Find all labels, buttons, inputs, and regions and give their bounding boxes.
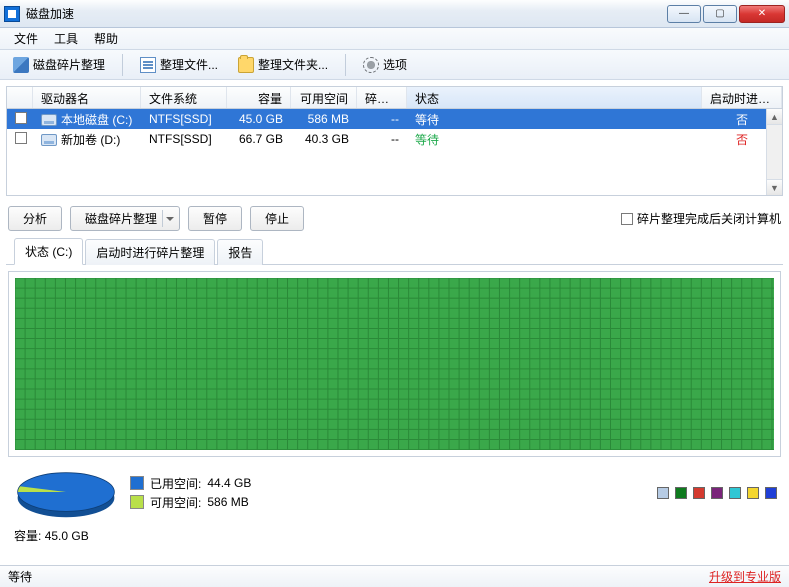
tab-boot-defrag[interactable]: 启动时进行碎片整理 bbox=[85, 239, 215, 265]
drive-frag: -- bbox=[357, 110, 407, 128]
menu-help[interactable]: 帮助 bbox=[86, 28, 126, 49]
shutdown-after-checkbox[interactable]: 碎片整理完成后关闭计算机 bbox=[621, 210, 781, 227]
toolbar-defrag[interactable]: 磁盘碎片整理 bbox=[6, 52, 112, 77]
used-swatch bbox=[130, 476, 144, 490]
color-legend bbox=[657, 487, 777, 499]
capacity-line: 容量: 45.0 GB bbox=[0, 527, 789, 550]
analyze-button[interactable]: 分析 bbox=[8, 206, 62, 231]
gear-icon bbox=[363, 57, 379, 73]
drive-icon bbox=[41, 134, 57, 146]
tab-report[interactable]: 报告 bbox=[217, 239, 263, 265]
drive-free: 40.3 GB bbox=[291, 130, 357, 148]
upgrade-link[interactable]: 升级到专业版 bbox=[709, 568, 781, 585]
table-row[interactable]: 本地磁盘 (C:) NTFS[SSD] 45.0 GB 586 MB -- 等待… bbox=[7, 109, 782, 129]
drive-cap: 66.7 GB bbox=[227, 130, 291, 148]
color-swatch bbox=[729, 487, 741, 499]
folder-icon bbox=[238, 57, 254, 73]
col-drive[interactable]: 驱动器名 bbox=[33, 87, 141, 108]
usage-legend: 已用空间: 44.4 GB 可用空间: 586 MB bbox=[130, 473, 251, 513]
free-swatch bbox=[130, 495, 144, 509]
color-swatch bbox=[693, 487, 705, 499]
tabbar: 状态 (C:) 启动时进行碎片整理 报告 bbox=[6, 237, 783, 265]
col-fs[interactable]: 文件系统 bbox=[141, 87, 227, 108]
drive-status: 等待 bbox=[407, 109, 702, 130]
file-icon bbox=[140, 57, 156, 73]
col-cap[interactable]: 容量 bbox=[227, 87, 291, 108]
drive-cap: 45.0 GB bbox=[227, 110, 291, 128]
tab-status[interactable]: 状态 (C:) bbox=[14, 238, 83, 265]
statusbar: 等待 升级到专业版 bbox=[0, 565, 789, 587]
drive-icon bbox=[41, 114, 57, 126]
checkbox-icon bbox=[621, 213, 633, 225]
used-label: 已用空间: bbox=[150, 475, 201, 492]
menu-tools[interactable]: 工具 bbox=[46, 28, 86, 49]
drive-fs: NTFS[SSD] bbox=[141, 110, 227, 128]
color-swatch bbox=[711, 487, 723, 499]
toolbar-separator bbox=[122, 54, 123, 76]
free-label: 可用空间: bbox=[150, 494, 201, 511]
defrag-icon bbox=[13, 57, 29, 73]
drive-free: 586 MB bbox=[291, 110, 357, 128]
pause-button[interactable]: 暂停 bbox=[188, 206, 242, 231]
drive-table: 驱动器名 文件系统 容量 可用空间 碎片率 状态 启动时进行碎... 本地磁盘 … bbox=[6, 86, 783, 196]
toolbar-arrange-folder[interactable]: 整理文件夹... bbox=[231, 52, 335, 77]
capacity-label: 容量: bbox=[14, 529, 41, 543]
free-value: 586 MB bbox=[207, 495, 248, 509]
stop-button[interactable]: 停止 bbox=[250, 206, 304, 231]
block-map bbox=[15, 278, 774, 450]
toolbar: 磁盘碎片整理 整理文件... 整理文件夹... 选项 bbox=[0, 50, 789, 80]
toolbar-arrange-files-label: 整理文件... bbox=[160, 56, 218, 73]
drive-fs: NTFS[SSD] bbox=[141, 130, 227, 148]
color-swatch bbox=[675, 487, 687, 499]
block-map-panel bbox=[8, 271, 781, 457]
table-row[interactable]: 新加卷 (D:) NTFS[SSD] 66.7 GB 40.3 GB -- 等待… bbox=[7, 129, 782, 149]
toolbar-separator bbox=[345, 54, 346, 76]
table-scrollbar[interactable]: ▲ ▼ bbox=[766, 109, 782, 195]
used-value: 44.4 GB bbox=[207, 476, 251, 490]
scroll-down-icon[interactable]: ▼ bbox=[767, 179, 782, 195]
color-swatch bbox=[765, 487, 777, 499]
menubar: 文件 工具 帮助 bbox=[0, 28, 789, 50]
action-row: 分析 磁盘碎片整理 暂停 停止 碎片整理完成后关闭计算机 bbox=[0, 202, 789, 235]
menu-file[interactable]: 文件 bbox=[6, 28, 46, 49]
titlebar: 磁盘加速 — ▢ ✕ bbox=[0, 0, 789, 28]
col-frag[interactable]: 碎片率 bbox=[357, 87, 407, 108]
table-header: 驱动器名 文件系统 容量 可用空间 碎片率 状态 启动时进行碎... bbox=[7, 87, 782, 109]
toolbar-options-label: 选项 bbox=[383, 56, 407, 73]
shutdown-after-label: 碎片整理完成后关闭计算机 bbox=[637, 210, 781, 227]
drive-frag: -- bbox=[357, 130, 407, 148]
col-free[interactable]: 可用空间 bbox=[291, 87, 357, 108]
toolbar-defrag-label: 磁盘碎片整理 bbox=[33, 56, 105, 73]
toolbar-arrange-folder-label: 整理文件夹... bbox=[258, 56, 328, 73]
minimize-button[interactable]: — bbox=[667, 5, 701, 23]
col-checkbox[interactable] bbox=[7, 87, 33, 108]
capacity-value: 45.0 GB bbox=[45, 529, 89, 543]
col-status[interactable]: 状态 bbox=[407, 87, 702, 108]
drive-name: 新加卷 (D:) bbox=[61, 133, 120, 147]
color-swatch bbox=[657, 487, 669, 499]
drive-status: 等待 bbox=[407, 129, 702, 150]
toolbar-options[interactable]: 选项 bbox=[356, 52, 414, 77]
status-text: 等待 bbox=[8, 568, 32, 585]
col-boot[interactable]: 启动时进行碎... bbox=[702, 87, 782, 108]
defrag-button[interactable]: 磁盘碎片整理 bbox=[70, 206, 180, 231]
scroll-up-icon[interactable]: ▲ bbox=[767, 109, 782, 125]
pie-chart bbox=[12, 463, 120, 523]
window-title: 磁盘加速 bbox=[26, 5, 667, 22]
usage-row: 已用空间: 44.4 GB 可用空间: 586 MB bbox=[0, 463, 789, 527]
row-checkbox[interactable] bbox=[15, 112, 27, 124]
color-swatch bbox=[747, 487, 759, 499]
maximize-button[interactable]: ▢ bbox=[703, 5, 737, 23]
app-icon bbox=[4, 6, 20, 22]
row-checkbox[interactable] bbox=[15, 132, 27, 144]
drive-name: 本地磁盘 (C:) bbox=[61, 113, 132, 127]
toolbar-arrange-files[interactable]: 整理文件... bbox=[133, 52, 225, 77]
close-button[interactable]: ✕ bbox=[739, 5, 785, 23]
